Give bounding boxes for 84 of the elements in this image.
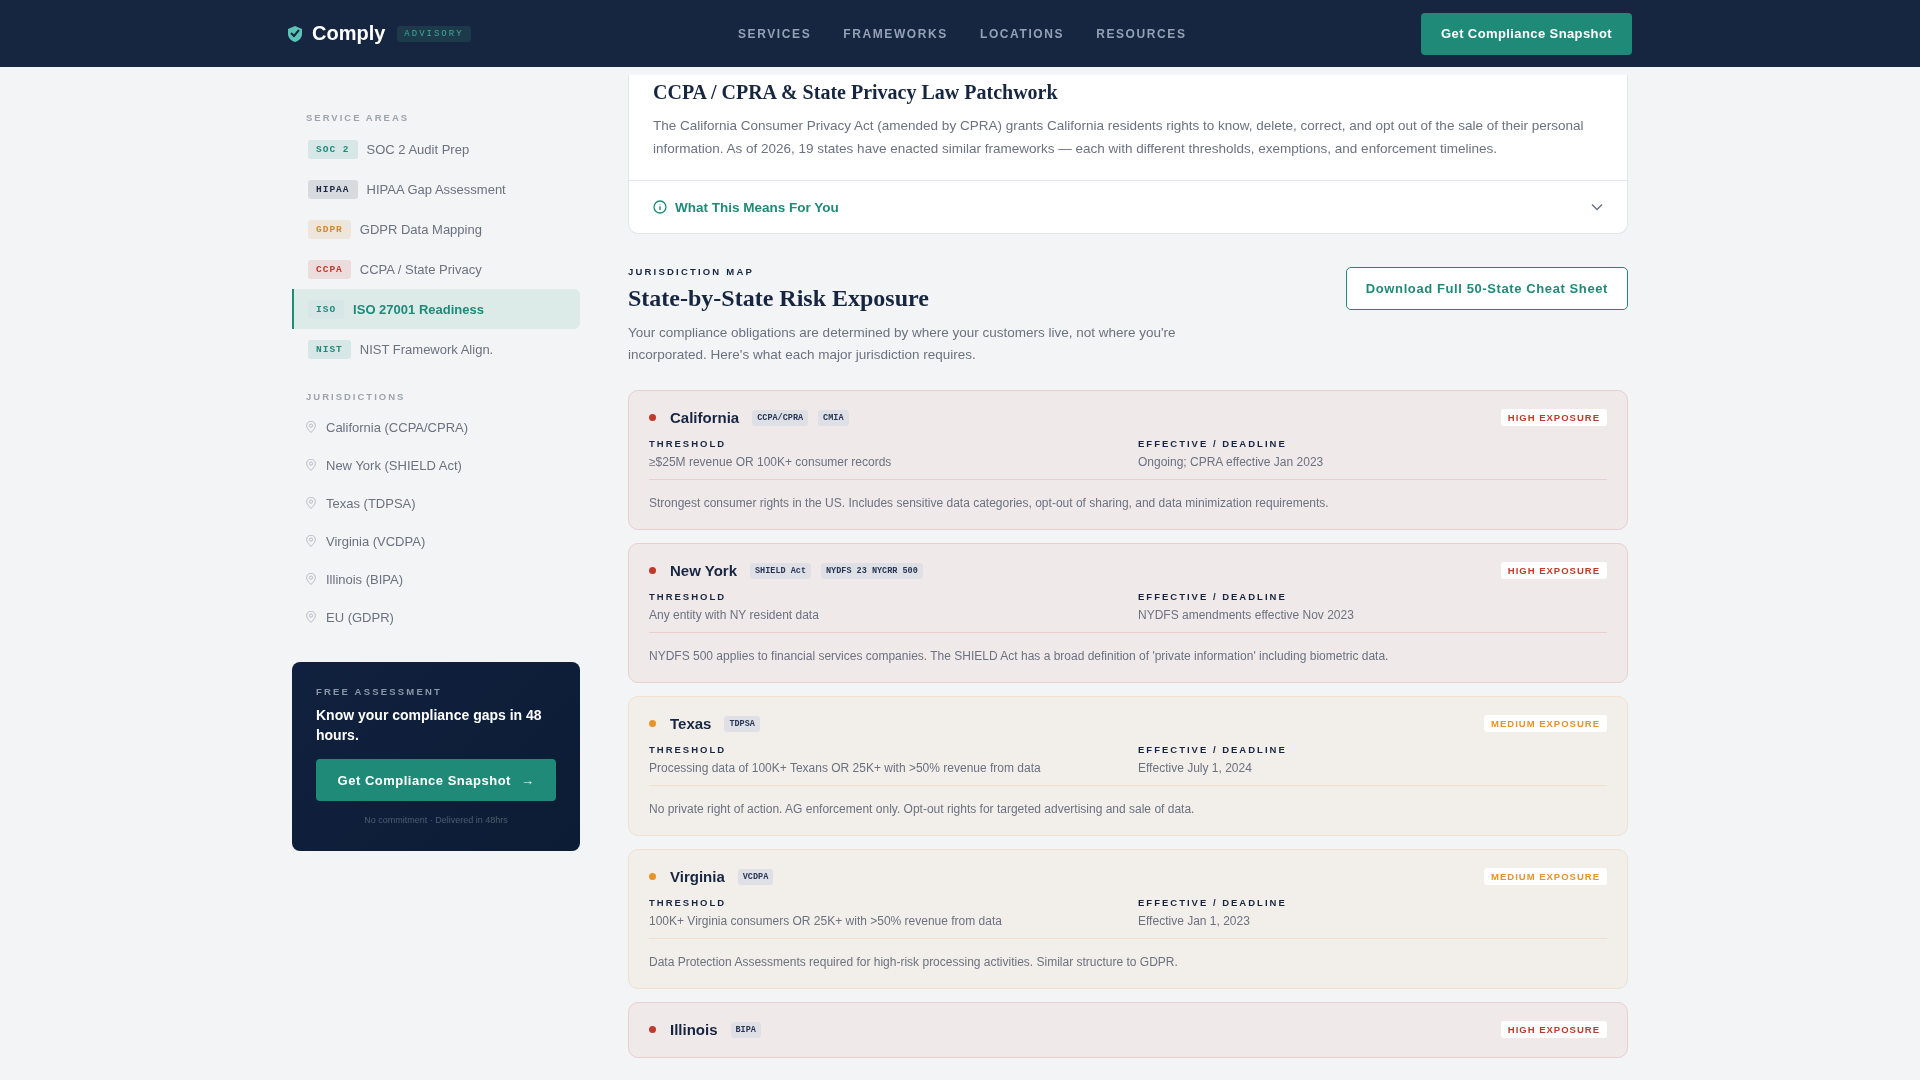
- section-heading: JURISDICTIONS: [306, 391, 407, 402]
- field-label: THRESHOLD: [649, 438, 728, 449]
- state-note: Strongest consumer rights in the US. Includes sensitive data categories, opt-out of sharing, and data minimization requirements.: [649, 496, 1330, 510]
- nav-link[interactable]: FRAMEWORKS: [843, 26, 948, 41]
- card-body: The California Consumer Privacy Act (amended by CPRA) grants California residents rights to know, delete, correct, and opt out of the sale of their personal information. As of 2026, 19 states have enacted similar frameworks — each with different thresholds, exemptions, and enforcement timelines.: [653, 117, 1585, 158]
- law-tag: CMIA: [818, 409, 849, 426]
- arrow-icon: →: [520, 772, 535, 788]
- state-name: Virginia: [670, 868, 725, 885]
- field-label: EFFECTIVE / DEADLINE: [1138, 438, 1288, 449]
- section-description: Your compliance obligations are determined by where your customers live, not where you're incorporated. Here's what each major jurisdiction requires.: [628, 324, 1177, 364]
- service-item[interactable]: CCPA CCPA / State Privacy: [292, 249, 580, 289]
- field-label: THRESHOLD: [649, 591, 728, 602]
- framework-tag: ISO: [308, 299, 345, 319]
- jurisdiction-link[interactable]: New York (SHIELD Act): [326, 457, 462, 473]
- law-tag: SHIELD Act: [750, 562, 811, 579]
- deadline-value: Ongoing; CPRA effective Jan 2023: [1138, 455, 1325, 469]
- field-label: EFFECTIVE / DEADLINE: [1138, 897, 1288, 908]
- advisory-badge: ADVISORY: [397, 25, 471, 42]
- disclosure-toggle[interactable]: What This Means For You: [629, 180, 1627, 233]
- logo-icon: [288, 25, 302, 42]
- section-heading: SERVICE AREAS: [306, 112, 411, 123]
- field-label: EFFECTIVE / DEADLINE: [1138, 591, 1288, 602]
- service-item[interactable]: HIPAA HIPAA Gap Assessment: [292, 169, 580, 209]
- framework-tag: GDPR: [308, 219, 351, 239]
- deadline-value: Effective July 1, 2024: [1138, 761, 1253, 775]
- field-label: THRESHOLD: [649, 897, 728, 908]
- threshold-value: Any entity with NY resident data: [649, 608, 820, 622]
- framework-tag: SOC 2: [308, 139, 358, 159]
- deadline-value: Effective Jan 1, 2023: [1138, 914, 1251, 928]
- service-item[interactable]: SOC 2 SOC 2 Audit Prep: [292, 129, 580, 169]
- logo-text[interactable]: Comply: [312, 22, 386, 45]
- state-name: California: [670, 409, 740, 426]
- framework-tag: NIST: [308, 339, 351, 359]
- threshold-value: 100K+ Virginia consumers OR 25K+ with >50% revenue from data: [649, 914, 1003, 928]
- threshold-value: ≥$25M revenue OR 100K+ consumer records: [649, 455, 893, 469]
- download-button[interactable]: Download Full 50-State Cheat Sheet: [1345, 267, 1628, 310]
- framework-tag: HIPAA: [308, 179, 358, 199]
- exposure-badge: MEDIUM EXPOSURE: [1484, 868, 1607, 885]
- pin-icon: [306, 497, 316, 509]
- info-icon: [653, 200, 667, 214]
- law-tag: CCPA/CPRA: [752, 409, 809, 426]
- exposure-badge: HIGH EXPOSURE: [1500, 1021, 1607, 1038]
- pin-icon: [306, 459, 316, 471]
- cta-button[interactable]: Get Compliance Snapshot: [1421, 12, 1632, 55]
- card-title: CCPA / CPRA & State Privacy Law Patchwork: [653, 81, 1059, 104]
- pin-icon: [306, 535, 316, 547]
- service-item[interactable]: ISO ISO 27001 Readiness: [292, 289, 580, 329]
- state-name: Texas: [670, 715, 712, 732]
- framework-tag: CCPA: [308, 259, 351, 279]
- nav-link[interactable]: LOCATIONS: [979, 26, 1065, 41]
- jurisdiction-link[interactable]: Illinois (BIPA): [326, 571, 404, 587]
- state-name: New York: [670, 562, 737, 579]
- law-tag: BIPA: [730, 1021, 761, 1038]
- pin-icon: [306, 573, 316, 585]
- state-note: Data Protection Assessments required for high-risk processing activities. Similar structure to GDPR.: [649, 955, 1179, 969]
- jurisdiction-link[interactable]: Texas (TDPSA): [326, 495, 416, 511]
- service-item[interactable]: NIST NIST Framework Align.: [292, 329, 580, 369]
- exposure-badge: HIGH EXPOSURE: [1500, 409, 1607, 426]
- jurisdiction-link[interactable]: Virginia (VCDPA): [326, 533, 426, 549]
- state-note: No private right of action. AG enforcement only. Opt-out rights for targeted advertising and sale of data.: [649, 802, 1196, 816]
- jurisdiction-link[interactable]: EU (GDPR): [326, 609, 394, 625]
- threshold-value: Processing data of 100K+ Texans OR 25K+ with >50% revenue from data: [649, 761, 1042, 775]
- promo-eyebrow: FREE ASSESSMENT: [316, 686, 444, 697]
- nav-link[interactable]: SERVICES: [738, 26, 812, 41]
- pin-icon: [306, 421, 316, 433]
- exposure-badge: HIGH EXPOSURE: [1500, 562, 1607, 579]
- law-tag: VCDPA: [737, 868, 774, 885]
- nav-link[interactable]: RESOURCES: [1096, 26, 1187, 41]
- promo-title: Know your compliance gaps in 48 hours.: [316, 706, 543, 745]
- section-eyebrow: JURISDICTION MAP: [628, 266, 755, 277]
- chevron-icon: [1591, 203, 1603, 211]
- field-label: THRESHOLD: [649, 744, 728, 755]
- state-name: Illinois: [670, 1021, 718, 1038]
- section-title: State-by-State Risk Exposure: [628, 285, 930, 312]
- exposure-badge: MEDIUM EXPOSURE: [1484, 715, 1607, 732]
- field-label: EFFECTIVE / DEADLINE: [1138, 744, 1288, 755]
- law-tag: TDPSA: [724, 715, 760, 732]
- pin-icon: [306, 611, 316, 623]
- snapshot-button[interactable]: Get Compliance Snapshot →: [316, 759, 556, 801]
- law-tag: NYDFS 23 NYCRR 500: [821, 562, 923, 579]
- jurisdiction-link[interactable]: California (CCPA/CPRA): [326, 419, 469, 435]
- state-note: NYDFS 500 applies to financial services companies. The SHIELD Act has a broad definition of 'private information' including biometric data.: [649, 649, 1390, 663]
- deadline-value: NYDFS amendments effective Nov 2023: [1138, 608, 1355, 622]
- service-item[interactable]: GDPR GDPR Data Mapping: [292, 209, 580, 249]
